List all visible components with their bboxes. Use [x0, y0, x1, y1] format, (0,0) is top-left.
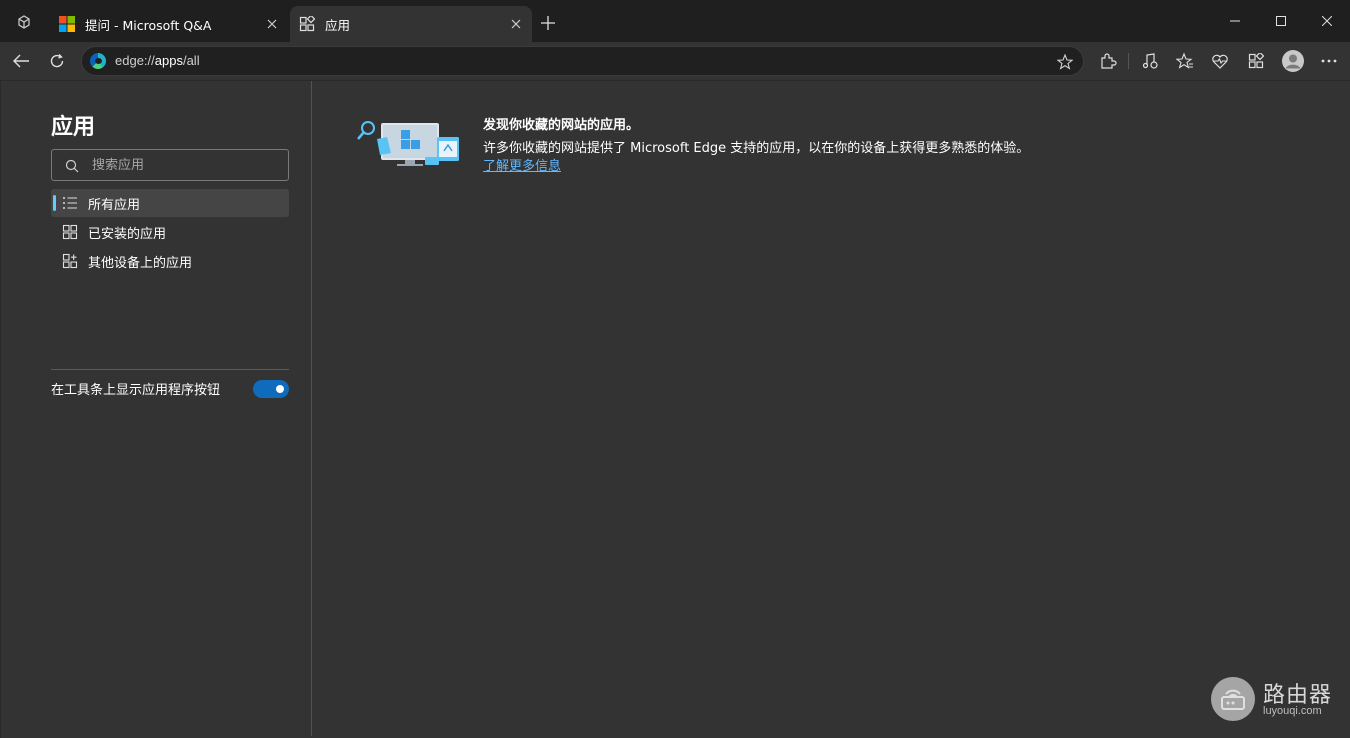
sidebar-item-other-devices[interactable]: 其他设备上的应用: [51, 247, 289, 275]
new-tab-button[interactable]: [536, 11, 560, 35]
show-apps-button-toggle[interactable]: [253, 380, 289, 398]
close-tab-icon[interactable]: [262, 14, 282, 34]
apps-toolbar-icon[interactable]: [1242, 47, 1270, 75]
sidebar-item-all-apps[interactable]: 所有应用: [51, 189, 289, 217]
page-content: 应用 所有应用 已安装的应用 其他设备上的应用: [0, 80, 1350, 738]
device-apps-icon: [62, 253, 78, 269]
hero-title: 发现你收藏的网站的应用。: [483, 118, 640, 133]
sidebar-item-installed-apps[interactable]: 已安装的应用: [51, 218, 289, 246]
toolbar-divider: [1128, 53, 1129, 69]
tab-title: 应用: [325, 17, 351, 33]
search-box[interactable]: [51, 149, 289, 181]
close-tab-icon[interactable]: [506, 14, 526, 34]
add-favorite-icon[interactable]: [1055, 52, 1075, 72]
hero-description: 许多你收藏的网站提供了 Microsoft Edge 支持的应用，以在你的设备上…: [483, 141, 1030, 156]
sidebar-item-label: 其他设备上的应用: [88, 255, 193, 271]
profile-avatar[interactable]: [1279, 47, 1307, 75]
page-title: 应用: [51, 115, 96, 140]
watermark-logo: 路由器 luyouqi.com: [1211, 677, 1335, 723]
sidebar-item-label: 已安装的应用: [88, 226, 167, 242]
sidebar: 应用 所有应用 已安装的应用 其他设备上的应用: [1, 81, 312, 736]
active-indicator: [53, 195, 56, 211]
sidebar-divider: [51, 369, 289, 370]
read-aloud-icon[interactable]: [1136, 47, 1164, 75]
browser-essentials-icon[interactable]: [1206, 47, 1234, 75]
refresh-button[interactable]: [43, 47, 71, 75]
apps-illustration: [355, 119, 461, 169]
edge-logo-icon: [90, 53, 106, 69]
tab-title: 提问 - Microsoft Q&A: [85, 17, 212, 33]
watermark-domain: luyouqi.com: [1263, 705, 1322, 717]
microsoft-logo-icon: [58, 15, 76, 33]
router-logo-icon: [1211, 677, 1255, 721]
address-bar[interactable]: edge://apps/all: [81, 46, 1084, 76]
minimize-button[interactable]: [1212, 6, 1258, 36]
apps-icon: [298, 15, 316, 33]
learn-more-link[interactable]: 了解更多信息: [483, 155, 561, 174]
tab-apps[interactable]: 应用: [290, 6, 532, 42]
search-icon: [64, 158, 80, 174]
toggle-label: 在工具条上显示应用程序按钮: [51, 383, 221, 398]
title-bar: 提问 - Microsoft Q&A 应用: [0, 0, 1350, 42]
back-button[interactable]: [7, 47, 35, 75]
toggle-knob: [276, 385, 284, 393]
installed-apps-icon: [62, 224, 78, 240]
workspaces-icon[interactable]: [10, 9, 38, 35]
extensions-icon[interactable]: [1094, 47, 1122, 75]
tab-microsoft-qa[interactable]: 提问 - Microsoft Q&A: [50, 6, 288, 42]
maximize-button[interactable]: [1258, 6, 1304, 36]
toolbar: edge://apps/all: [0, 42, 1350, 80]
sidebar-item-label: 所有应用: [88, 197, 141, 213]
url-text[interactable]: edge://apps/all: [115, 53, 200, 68]
close-window-button[interactable]: [1304, 6, 1350, 36]
list-icon: [62, 195, 78, 211]
search-input[interactable]: [92, 155, 282, 175]
more-options-icon[interactable]: [1315, 47, 1343, 75]
favorites-icon[interactable]: [1171, 47, 1199, 75]
